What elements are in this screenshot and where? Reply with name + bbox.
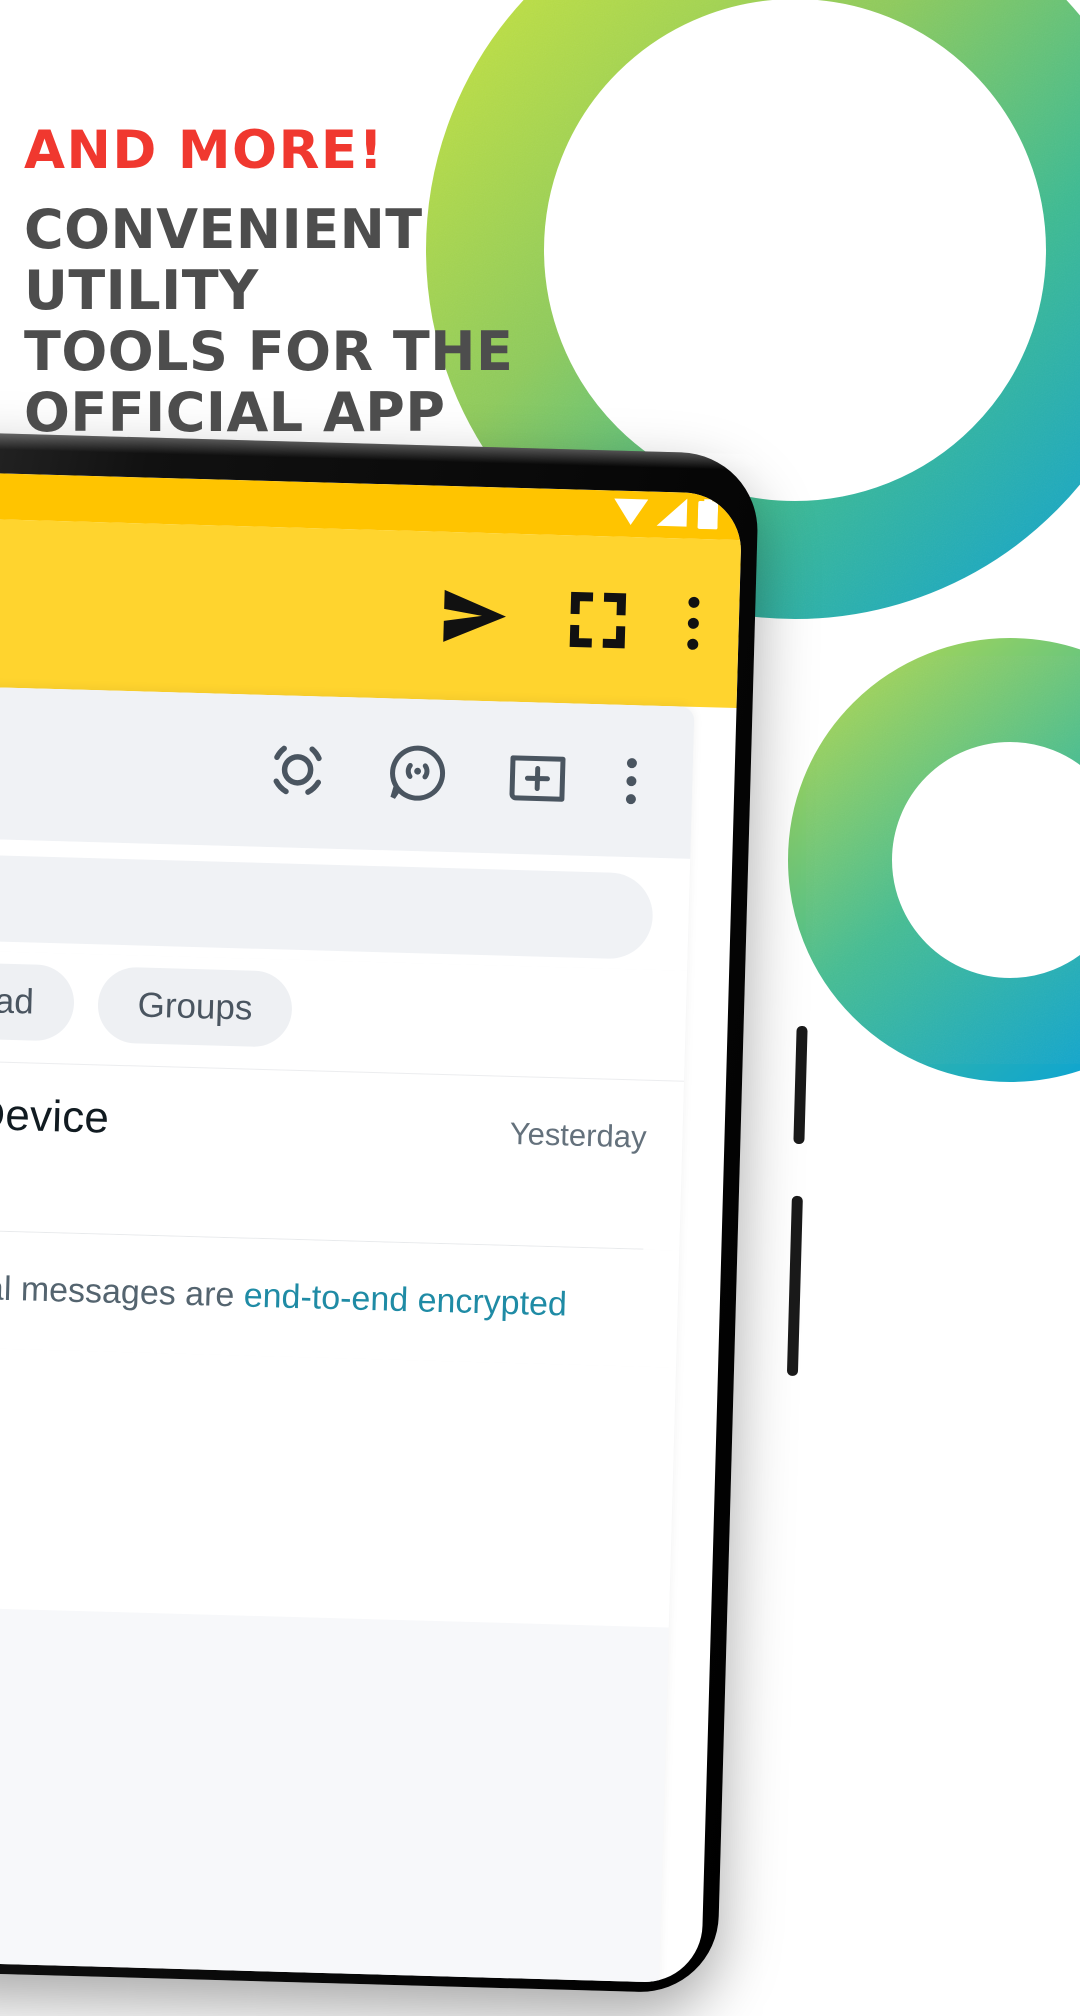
overflow-menu-icon[interactable]: [687, 596, 700, 650]
phone-screen: A Web: [0, 465, 743, 1984]
encryption-link[interactable]: end-to-end encrypted: [243, 1277, 567, 1324]
chat-name: Main Device: [0, 1087, 110, 1143]
chat-list-empty-area: [0, 1340, 677, 1628]
chat-app-header: [0, 679, 695, 859]
fullscreen-icon[interactable]: [569, 591, 627, 649]
promo-kicker: AND MORE!: [24, 120, 385, 181]
encryption-notice-prefix: Your personal messages are: [0, 1264, 235, 1315]
webview-card: Search All Unread Groups Main Device Yes…: [0, 679, 695, 1984]
promo-headline-line-2: TOOLS FOR THE: [24, 320, 514, 384]
phone-mockup: A Web: [0, 425, 820, 2016]
promo-headline: CONVENIENT UTILITY TOOLS FOR THE OFFICIA…: [24, 199, 664, 443]
promo-headline-line-3: OFFICIAL APP: [24, 381, 446, 445]
filter-chip-unread[interactable]: Unread: [0, 960, 75, 1042]
new-chat-icon[interactable]: [506, 747, 570, 810]
overflow-menu-icon[interactable]: [625, 758, 638, 805]
send-icon[interactable]: [441, 588, 509, 646]
volume-button[interactable]: [793, 1025, 808, 1145]
promo-copy: AND MORE! CONVENIENT UTILITY TOOLS FOR T…: [24, 124, 664, 443]
ring-small: [788, 638, 1080, 1082]
battery-icon: [697, 498, 719, 534]
filter-chip-groups[interactable]: Groups: [96, 966, 294, 1048]
chat-list: Main Device Yesterday 😌: [0, 1053, 685, 1251]
channels-icon[interactable]: [386, 741, 450, 810]
promo-headline-line-1: CONVENIENT UTILITY: [24, 198, 423, 323]
wifi-icon: [613, 496, 649, 532]
chat-timestamp: Yesterday: [509, 1115, 647, 1155]
status-ring-icon[interactable]: [266, 737, 330, 806]
app-bar: Web: [0, 511, 742, 709]
power-button[interactable]: [786, 1195, 803, 1377]
search-input[interactable]: Search: [0, 848, 654, 960]
chat-list-item[interactable]: Main Device Yesterday 😌: [0, 1054, 684, 1239]
signal-icon: [656, 497, 689, 533]
